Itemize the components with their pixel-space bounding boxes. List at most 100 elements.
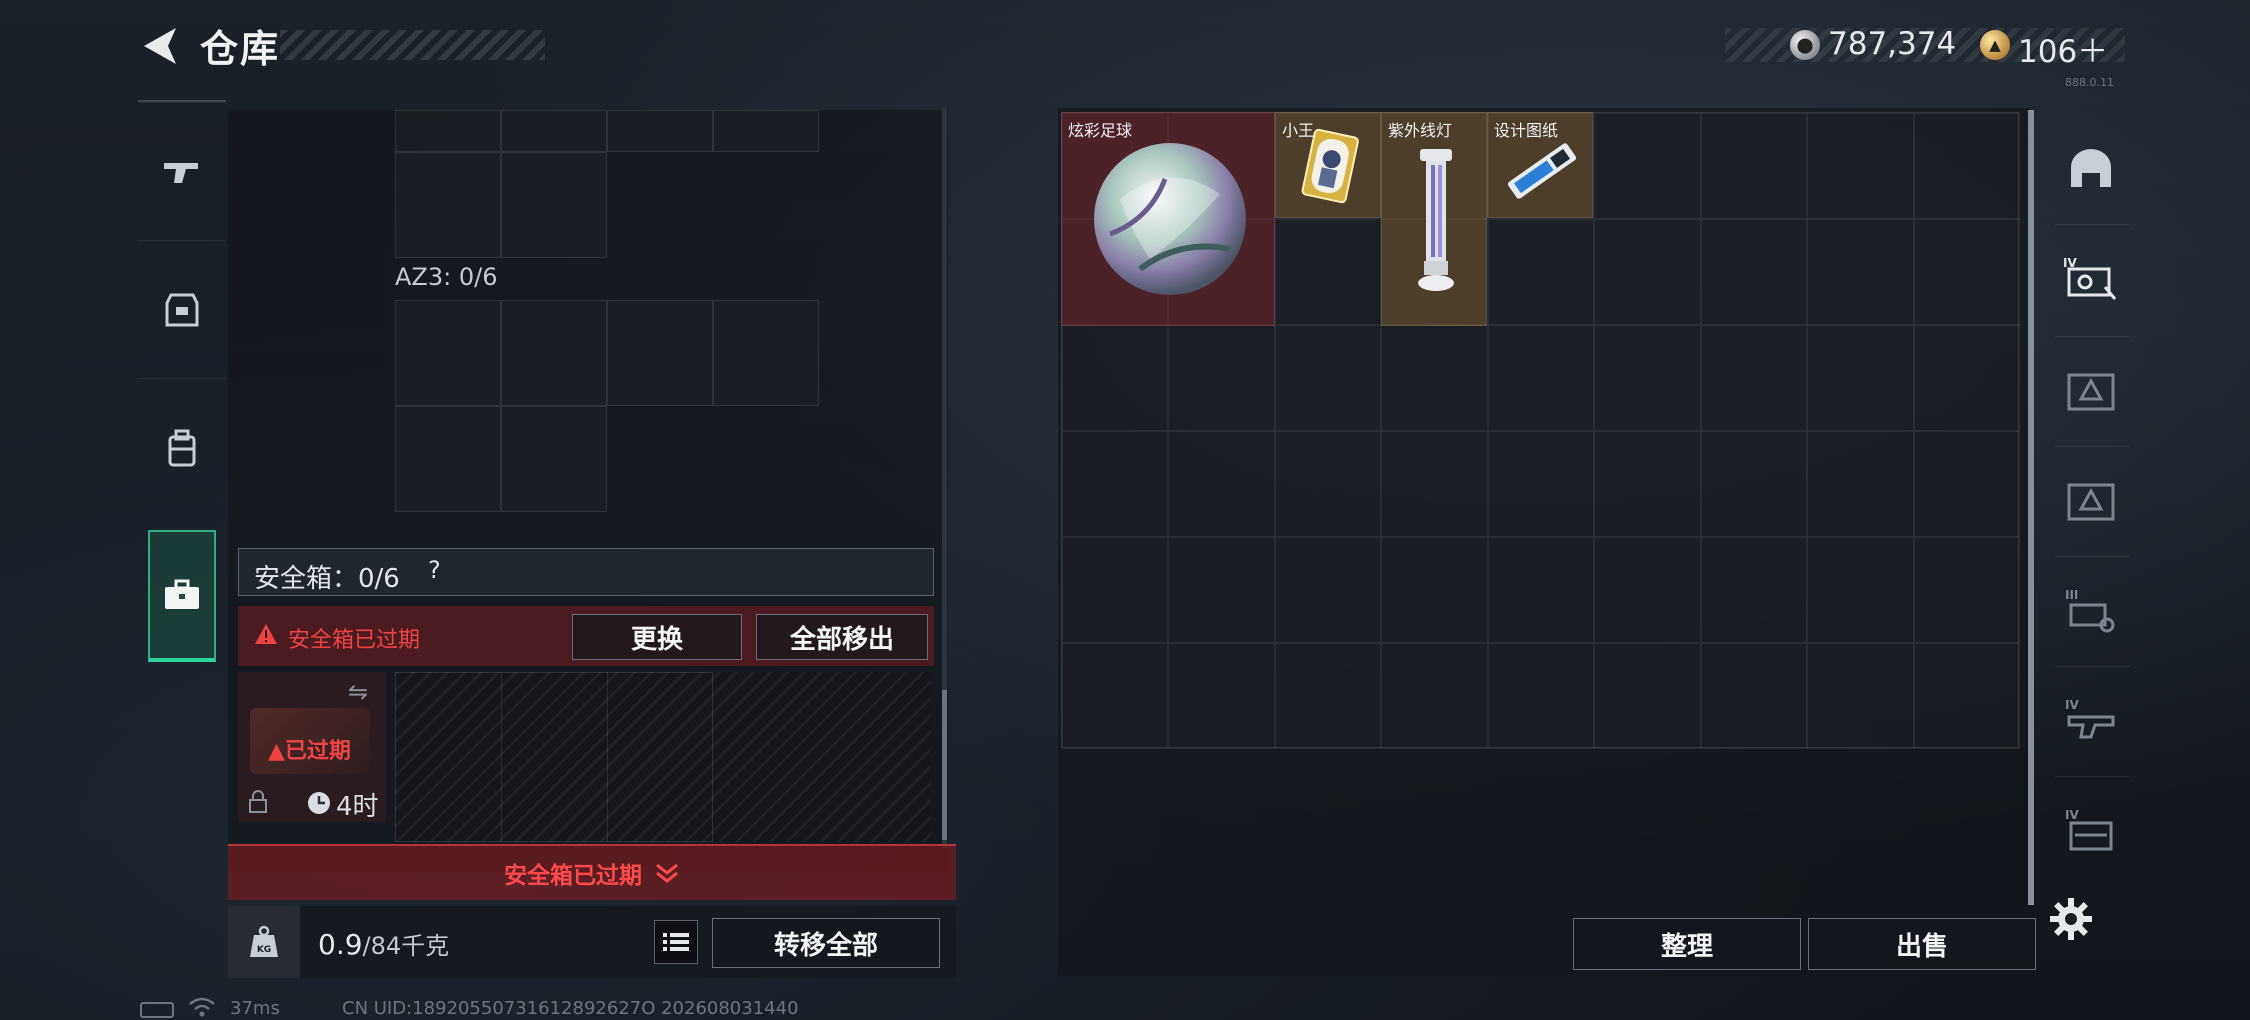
stash-cell[interactable] (1700, 537, 1808, 643)
stash-cell[interactable] (1381, 537, 1488, 643)
grid-cell[interactable] (713, 110, 819, 152)
stash-cell[interactable] (1487, 643, 1595, 749)
replace-button[interactable]: 更换 (572, 614, 742, 660)
stash-cell[interactable] (1594, 643, 1701, 749)
stash-cell[interactable] (1807, 431, 1914, 537)
move-all-out-button[interactable]: 全部移出 (756, 614, 928, 660)
stash-cell[interactable] (1807, 537, 1914, 643)
stash-cell[interactable] (1487, 325, 1595, 431)
stash-cell[interactable] (1274, 537, 1382, 643)
stash-cell[interactable] (1274, 431, 1382, 537)
tab-armor[interactable] (138, 240, 226, 379)
vest-icon-2 (2067, 483, 2115, 521)
grid-line (501, 672, 502, 842)
stash-cell[interactable] (1594, 219, 1701, 325)
stash-cell[interactable] (1700, 113, 1808, 219)
lock-icon (249, 790, 267, 813)
locked-grid-region (395, 672, 713, 842)
list-view-button[interactable] (654, 920, 698, 964)
help-icon[interactable]: ? (428, 556, 441, 584)
stash-cell[interactable] (1807, 643, 1914, 749)
stash-cell[interactable] (1913, 219, 2020, 325)
stash-cell[interactable] (1381, 325, 1488, 431)
rail-chest-armor-2[interactable] (2046, 456, 2136, 546)
grid-cell[interactable] (501, 152, 607, 258)
stash-cell[interactable] (1913, 113, 2020, 219)
stash-cell[interactable] (1168, 643, 1275, 749)
grid-cell[interactable] (395, 152, 501, 258)
list-icon (663, 933, 689, 951)
left-scrollbar-thumb[interactable] (942, 690, 947, 840)
rail-gun-iii[interactable]: III (2046, 566, 2136, 656)
weight-readout: 0.9/84千克 (318, 926, 449, 961)
helmet-icon (2071, 149, 2111, 187)
stash-cell[interactable] (1274, 643, 1382, 749)
grid-cell[interactable] (395, 110, 501, 152)
stash-cell[interactable] (1487, 537, 1595, 643)
stash-cell[interactable] (1381, 643, 1488, 749)
sell-button[interactable]: 出售 (1808, 918, 2036, 970)
tab-weapons[interactable] (138, 102, 226, 241)
stash-cell[interactable] (1700, 431, 1808, 537)
stash-cell[interactable] (1594, 113, 1701, 219)
stash-cell[interactable] (1168, 537, 1275, 643)
az3-capacity-label: AZ3: 0/6 (395, 263, 498, 291)
grid-cell[interactable] (501, 110, 607, 152)
stash-cell[interactable] (1062, 431, 1169, 537)
rail-armor-iv[interactable]: IV (2046, 234, 2136, 324)
stash-cell[interactable] (1700, 643, 1808, 749)
stash-cell[interactable] (1487, 431, 1595, 537)
stash-cell[interactable] (1913, 431, 2020, 537)
stash-cell[interactable] (1913, 325, 2020, 431)
stash-cell[interactable] (1062, 537, 1169, 643)
ping-readout: 37ms (230, 998, 280, 1019)
rail-helmet[interactable] (2046, 124, 2136, 214)
stash-cell[interactable] (1594, 325, 1701, 431)
stash-cell[interactable] (1274, 325, 1382, 431)
rail-gun-iv-2[interactable]: IV (2046, 786, 2136, 876)
gear-icon[interactable] (2048, 896, 2094, 942)
stash-item-uv-lamp[interactable]: 紫外线灯 (1381, 112, 1487, 326)
rail-gun-iv[interactable]: IV (2046, 676, 2136, 766)
stash-cell[interactable] (1062, 325, 1169, 431)
tab-backpack[interactable] (138, 378, 226, 517)
stash-cell[interactable] (1381, 431, 1488, 537)
stash-cell[interactable] (1594, 537, 1701, 643)
stash-cell[interactable] (1168, 325, 1275, 431)
grid-cell[interactable] (607, 300, 713, 406)
stash-scrollbar[interactable] (2028, 110, 2034, 905)
tab-safebox[interactable] (148, 530, 216, 662)
stash-cell[interactable] (1807, 325, 1914, 431)
stash-item-joker-card[interactable]: 小王 (1275, 112, 1381, 218)
stash-item-blueprint[interactable]: 设计图纸 (1487, 112, 1593, 218)
sort-button[interactable]: 整理 (1573, 918, 1801, 970)
currency-secondary-amount[interactable]: 106＋ (2018, 26, 2108, 71)
back-arrow-icon[interactable] (138, 24, 180, 68)
stash-cell[interactable] (1807, 113, 1914, 219)
locked-safebox-grid (395, 672, 931, 842)
grid-cell[interactable] (501, 406, 607, 512)
transfer-all-button[interactable]: 转移全部 (712, 918, 940, 968)
weight-icon: KG (250, 925, 278, 957)
grid-cell[interactable] (501, 300, 607, 406)
stash-cell[interactable] (1700, 219, 1808, 325)
stash-cell[interactable] (1062, 643, 1169, 749)
stash-cell[interactable] (1913, 537, 2020, 643)
expired-footer-toggle[interactable]: 安全箱已过期 (228, 844, 956, 900)
stash-cell[interactable] (1487, 219, 1595, 325)
case-expired-text: 已过期 (284, 739, 351, 764)
stash-cell[interactable] (1594, 431, 1701, 537)
stash-item-football[interactable]: 炫彩足球 (1061, 112, 1275, 326)
grid-cell[interactable] (607, 110, 713, 152)
stash-cell[interactable] (1700, 325, 1808, 431)
grid-cell[interactable] (395, 300, 501, 406)
grid-cell[interactable] (395, 406, 501, 512)
grid-cell[interactable] (713, 300, 819, 406)
container-grid-top (395, 110, 823, 260)
stash-cell[interactable] (1168, 431, 1275, 537)
stash-cell[interactable] (1807, 219, 1914, 325)
rail-chest-armor[interactable] (2046, 346, 2136, 436)
stash-cell[interactable] (1913, 643, 2020, 749)
stash-cell[interactable] (1274, 219, 1382, 325)
swap-icon[interactable]: ⇋ (348, 678, 368, 706)
